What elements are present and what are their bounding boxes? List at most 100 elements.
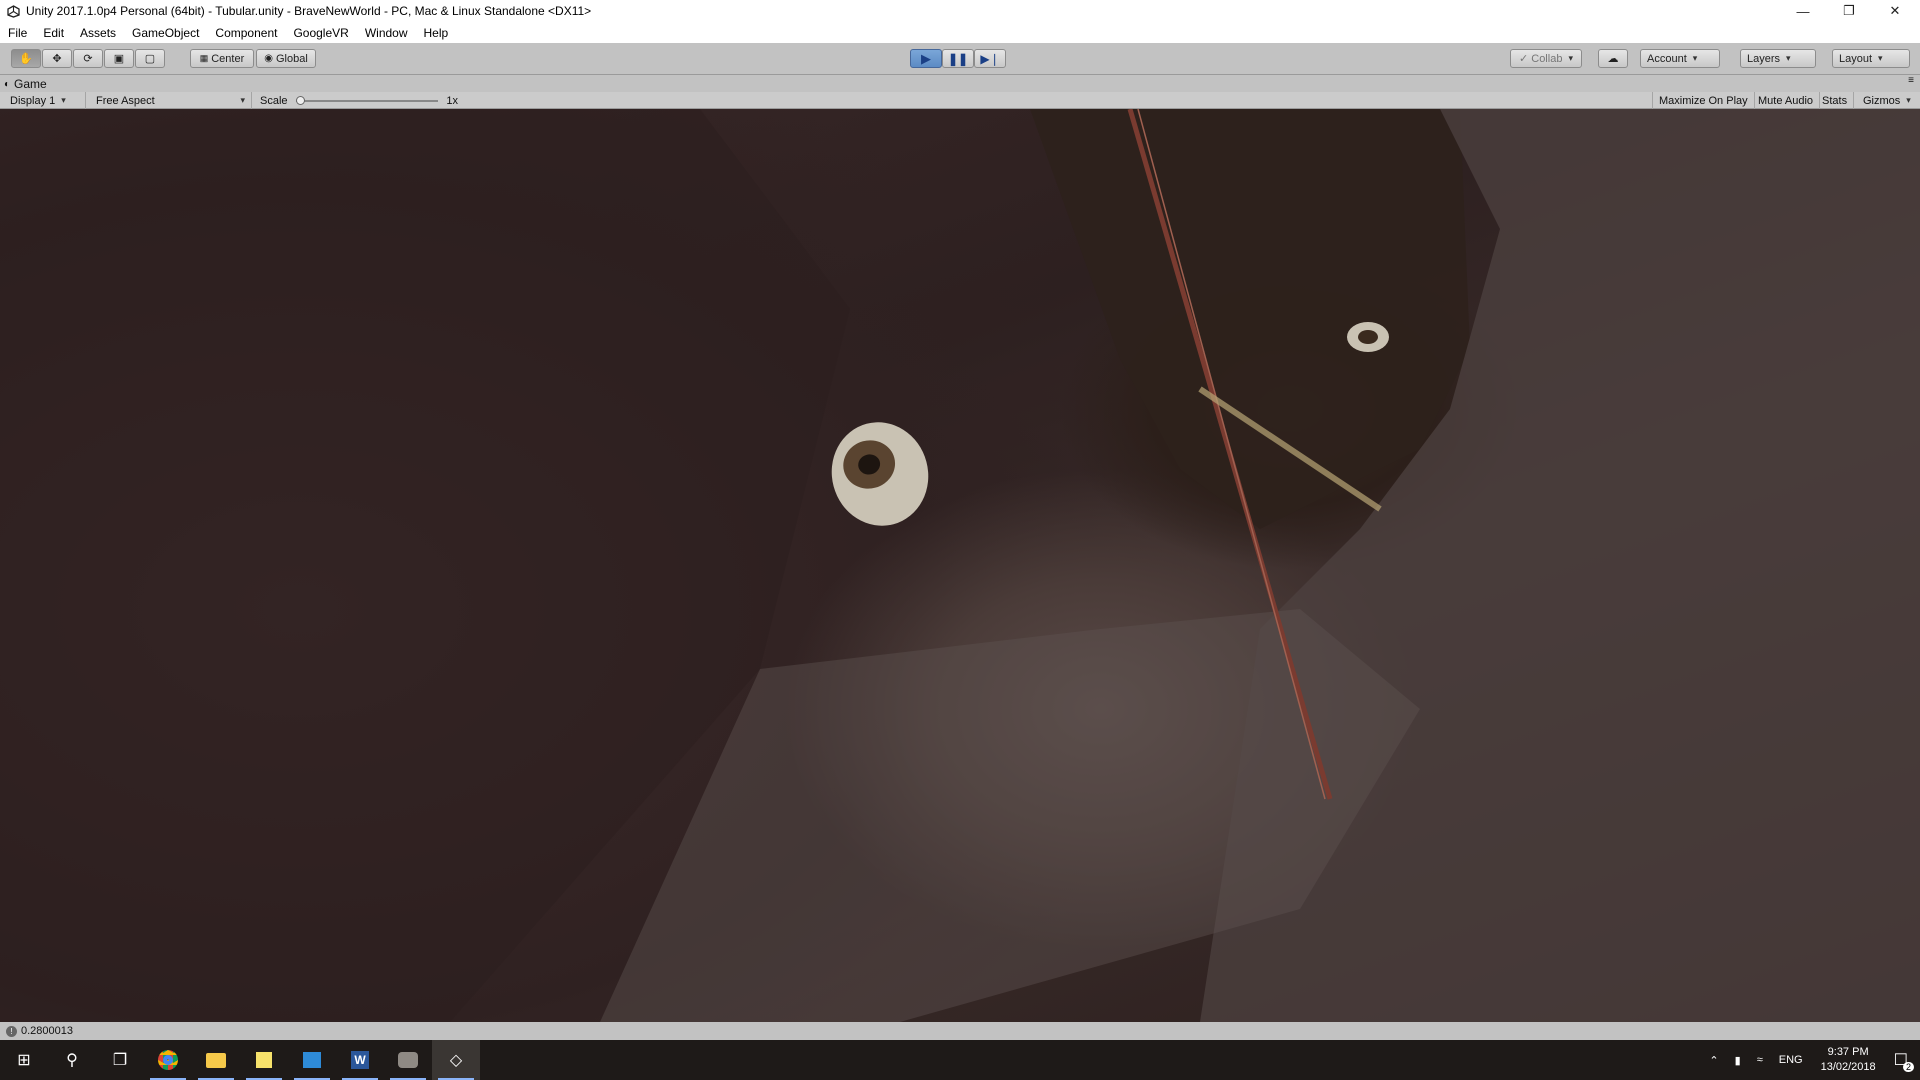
windows-start-icon[interactable]: ⊞: [0, 1040, 48, 1080]
game-controller-icon: ◐: [4, 78, 11, 90]
maximize-on-play-label: Maximize On Play: [1659, 94, 1748, 107]
menu-file[interactable]: File: [0, 26, 35, 40]
menu-gameobject[interactable]: GameObject: [124, 26, 207, 40]
scale-slider[interactable]: [295, 95, 439, 105]
clock-date: 13/02/2018: [1820, 1061, 1876, 1073]
chevron-up-icon[interactable]: ⌃: [1709, 1054, 1718, 1067]
menu-edit[interactable]: Edit: [35, 26, 72, 40]
rotate-icon: ⟳: [83, 53, 93, 65]
account-dropdown[interactable]: Account: [1640, 49, 1720, 68]
scale-control: Scale 1x: [254, 92, 464, 109]
menu-help[interactable]: Help: [416, 26, 457, 40]
scale-tool-button[interactable]: ▣: [104, 49, 134, 68]
layout-dropdown[interactable]: Layout: [1832, 49, 1910, 68]
aspect-dropdown[interactable]: Free Aspect: [90, 92, 252, 109]
sticky-notes-icon[interactable]: [240, 1040, 288, 1080]
aspect-label: Free Aspect: [96, 94, 155, 107]
pivot-mode-label: Center: [211, 52, 245, 65]
tab-game[interactable]: ◐ Game: [4, 76, 47, 92]
cloud-icon: ☁: [1607, 53, 1619, 65]
scale-label: Scale: [260, 94, 288, 107]
scale-slider-thumb[interactable]: [295, 95, 305, 105]
step-icon: ▶❘: [980, 51, 1000, 66]
game-tab-bar: ◐ Game ≡: [0, 75, 1920, 92]
scene-tunnel-opening: [1030, 109, 1470, 529]
account-label: Account: [1647, 52, 1687, 65]
system-tray: ⌃ ▮ ≈ ENG 9:37 PM 13/02/2018 ☐ 2: [1701, 1040, 1920, 1080]
unity-icon[interactable]: ◇: [432, 1040, 480, 1080]
menu-assets[interactable]: Assets: [72, 26, 124, 40]
play-icon: ▶: [921, 50, 931, 66]
notification-count: 2: [1902, 1062, 1914, 1072]
outlook-icon[interactable]: [288, 1040, 336, 1080]
cloud-button[interactable]: ☁: [1598, 49, 1628, 68]
stats-label: Stats: [1822, 94, 1848, 107]
menu-component[interactable]: Component: [207, 26, 285, 40]
minimize-icon[interactable]: —: [1780, 0, 1826, 22]
restore-icon[interactable]: ❐: [1826, 0, 1872, 22]
chrome-icon[interactable]: [144, 1040, 192, 1080]
scale-value: 1x: [446, 94, 458, 107]
move-tool-button[interactable]: ✥: [42, 49, 72, 68]
windows-taskbar: ⊞ ⚲ ❐ W ◇ ⌃ ▮ ≈ ENG 9:37 PM 13/02/2018 ☐…: [0, 1040, 1920, 1080]
clock[interactable]: 9:37 PM 13/02/2018: [1821, 1045, 1876, 1075]
play-button[interactable]: ▶: [910, 49, 942, 68]
pivot-rotation-button[interactable]: ◉ Global: [256, 49, 316, 68]
stats-toggle[interactable]: Stats: [1816, 92, 1855, 109]
menu-window[interactable]: Window: [357, 26, 416, 40]
step-button[interactable]: ▶❘: [974, 49, 1006, 68]
task-view-icon[interactable]: ❐: [96, 1040, 144, 1080]
search-icon[interactable]: ⚲: [48, 1040, 96, 1080]
game-view-toolbar: Display 1 Free Aspect Scale 1x Maximize …: [0, 92, 1920, 109]
word-icon[interactable]: W: [336, 1040, 384, 1080]
unity-logo-icon: [6, 4, 20, 18]
move-icon: ✥: [52, 53, 62, 65]
scene-eyeball-large: [831, 422, 929, 526]
gizmos-label: Gizmos: [1863, 94, 1901, 107]
battery-icon[interactable]: ▮: [1735, 1054, 1741, 1067]
clock-time: 9:37 PM: [1827, 1046, 1869, 1058]
scene-eyeball-small: [1347, 322, 1389, 352]
layers-dropdown[interactable]: Layers: [1740, 49, 1816, 68]
wifi-icon[interactable]: ≈: [1757, 1054, 1763, 1066]
display-label: Display 1: [10, 94, 56, 107]
close-icon[interactable]: ✕: [1872, 0, 1918, 22]
collab-button[interactable]: ✓ Collab: [1510, 49, 1582, 68]
notification-icon[interactable]: ☐ 2: [1894, 1050, 1914, 1072]
rect-tool-button[interactable]: ▢: [135, 49, 165, 68]
pause-icon: ❚❚: [947, 51, 969, 66]
menu-bar: File Edit Assets GameObject Component Go…: [0, 22, 1920, 43]
console-status-bar[interactable]: ! 0.2800013: [0, 1022, 1920, 1040]
maximize-on-play-toggle[interactable]: Maximize On Play: [1652, 92, 1755, 109]
layers-label: Layers: [1747, 52, 1781, 65]
info-icon: !: [6, 1025, 17, 1037]
rect-tool-icon: ▢: [144, 53, 156, 65]
window-title: Unity 2017.1.0p4 Personal (64bit) - Tubu…: [26, 4, 592, 18]
game-scene: [0, 109, 1920, 1022]
mute-audio-label: Mute Audio: [1758, 94, 1814, 107]
display-dropdown[interactable]: Display 1: [4, 92, 86, 109]
menu-googlevr[interactable]: GoogleVR: [285, 26, 356, 40]
status-message: 0.2800013: [21, 1025, 73, 1037]
pivot-center-icon: ▦: [199, 53, 209, 63]
title-bar: Unity 2017.1.0p4 Personal (64bit) - Tubu…: [0, 0, 1920, 22]
tab-game-label: Game: [14, 77, 47, 91]
main-toolbar: ✋ ✥ ⟳ ▣ ▢ ▦ Center ◉ Global ▶ ❚❚ ▶❘ ✓ Co…: [0, 43, 1920, 75]
gizmos-dropdown[interactable]: Gizmos: [1857, 92, 1917, 109]
scale-icon: ▣: [113, 53, 125, 65]
rotate-tool-button[interactable]: ⟳: [73, 49, 103, 68]
language-indicator[interactable]: ENG: [1779, 1054, 1803, 1066]
pivot-mode-button[interactable]: ▦ Center: [190, 49, 254, 68]
game-viewport[interactable]: [0, 109, 1920, 1022]
file-explorer-icon[interactable]: [192, 1040, 240, 1080]
globe-icon: ◉: [264, 53, 273, 64]
hand-icon: ✋: [19, 53, 33, 65]
gimp-icon[interactable]: [384, 1040, 432, 1080]
hand-tool-button[interactable]: ✋: [11, 49, 41, 68]
pause-button[interactable]: ❚❚: [942, 49, 974, 68]
layout-label: Layout: [1839, 52, 1873, 65]
mute-audio-toggle[interactable]: Mute Audio: [1752, 92, 1821, 109]
pivot-rotation-label: Global: [275, 52, 308, 65]
collab-label: Collab: [1531, 52, 1563, 65]
tab-menu-icon[interactable]: ≡: [1908, 75, 1914, 86]
